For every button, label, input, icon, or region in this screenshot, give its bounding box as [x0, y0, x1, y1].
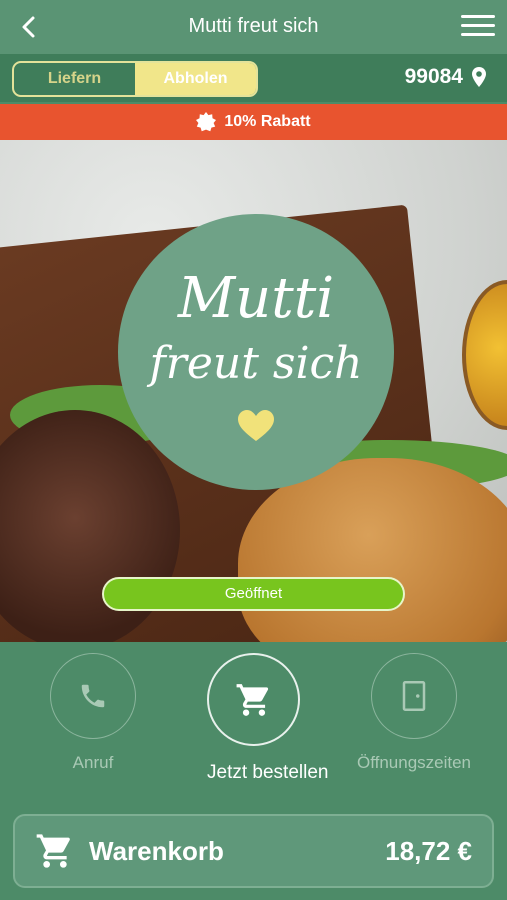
postal-code: 99084 [404, 65, 463, 88]
hero-image: Mutti freut sich Geöffnet [0, 140, 507, 642]
call-label: Anruf [72, 753, 114, 772]
top-bar: Mutti freut sich [0, 0, 507, 54]
cart-label: Warenkorb [89, 835, 224, 866]
restaurant-logo: Mutti freut sich [118, 214, 394, 490]
open-status-button[interactable]: Geöffnet [102, 577, 405, 611]
order-now-label: Jetzt bestellen [207, 762, 329, 783]
opening-hours-label: Öffnungszeiten [356, 753, 472, 772]
postal-code-selector[interactable]: 99084 [405, 65, 487, 89]
map-pin-icon [472, 67, 486, 87]
opening-hours-circle [371, 653, 457, 739]
opening-hours-button[interactable]: Öffnungszeiten [352, 653, 476, 773]
cart-icon [36, 834, 70, 868]
heart-icon [238, 410, 274, 441]
order-mode-bar: Liefern Abholen 99084 [0, 54, 507, 102]
badge-icon [196, 112, 217, 132]
discount-text: 10% Rabatt [224, 113, 311, 130]
page-title: Mutti freut sich [188, 15, 319, 37]
call-button[interactable]: Anruf [50, 653, 136, 773]
mode-toggle: Liefern Abholen [12, 61, 258, 97]
action-bar: Anruf Jetzt bestellen Öffnungszeiten [0, 642, 507, 812]
cart-button[interactable]: Warenkorb 18,72 € [13, 814, 494, 888]
logo-line-2: freut sich [149, 338, 363, 389]
hamburger-menu-icon[interactable] [461, 15, 495, 39]
logo-line-1: Mutti [177, 266, 335, 331]
order-now-button[interactable]: Jetzt bestellen [207, 653, 329, 784]
door-icon [402, 681, 426, 711]
call-circle [50, 653, 136, 739]
phone-icon [81, 684, 105, 708]
order-now-circle [207, 653, 300, 746]
discount-banner: 10% Rabatt [0, 104, 507, 140]
cart-icon [236, 683, 268, 716]
mode-abholen-button[interactable]: Abholen [135, 63, 256, 95]
mode-liefern-button[interactable]: Liefern [14, 63, 135, 95]
cart-total: 18,72 € [385, 835, 472, 866]
